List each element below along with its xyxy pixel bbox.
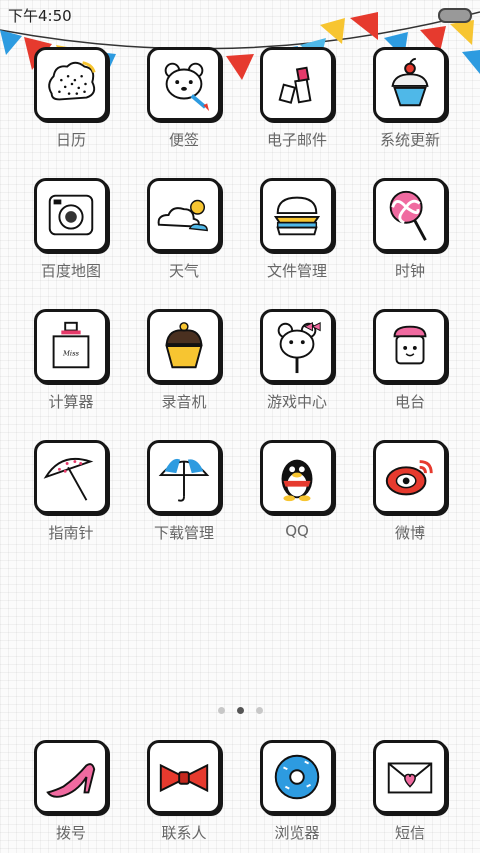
cloud-sun-icon xyxy=(157,199,208,232)
app-radio[interactable]: 电台 xyxy=(368,309,452,419)
app-recorder[interactable]: 录音机 xyxy=(142,309,226,419)
app-qq[interactable]: QQ xyxy=(255,440,339,550)
app-label: 下载管理 xyxy=(153,524,214,542)
bear-candy-icon xyxy=(277,322,321,374)
dock-messages[interactable]: 短信 xyxy=(368,740,452,850)
app-label: 拨号 xyxy=(55,824,86,842)
app-file-manager[interactable]: 文件管理 xyxy=(255,178,339,288)
app-label: 微博 xyxy=(394,524,425,542)
app-game-center[interactable]: 游戏中心 xyxy=(255,309,339,419)
app-label: 文件管理 xyxy=(266,262,327,280)
perfume-icon: Miss xyxy=(52,321,90,369)
app-label: 联系人 xyxy=(161,824,207,842)
high-heel-icon xyxy=(46,763,96,798)
lipstick-icon xyxy=(278,66,312,104)
penguin-icon xyxy=(281,459,313,502)
app-label: 百度地图 xyxy=(40,262,101,280)
app-label: 录音机 xyxy=(161,393,207,411)
app-label: 计算器 xyxy=(48,393,94,411)
app-label: 日历 xyxy=(55,131,86,149)
app-email[interactable]: 电子邮件 xyxy=(255,47,339,157)
muffin-icon xyxy=(165,322,203,369)
app-label: 电台 xyxy=(394,393,425,411)
page-dot[interactable] xyxy=(255,707,263,714)
app-label: 便签 xyxy=(168,131,199,149)
app-label: 电子邮件 xyxy=(266,131,327,149)
app-weibo[interactable]: 微博 xyxy=(368,440,452,550)
app-label: 短信 xyxy=(394,824,425,842)
app-download-manager[interactable]: 下载管理 xyxy=(142,440,226,550)
status-bar: 下午4:50 xyxy=(0,0,480,28)
lollipop-icon xyxy=(389,190,427,241)
polka-umbrella-icon xyxy=(43,457,94,501)
app-calendar[interactable]: 日历 xyxy=(29,47,113,157)
jar-icon xyxy=(393,325,427,365)
bear-note-icon xyxy=(164,62,210,112)
blue-umbrella-icon xyxy=(158,458,210,502)
app-label: QQ xyxy=(285,522,309,540)
app-label: 系统更新 xyxy=(379,131,440,149)
page-indicator[interactable] xyxy=(0,699,480,714)
dock-dialer[interactable]: 拨号 xyxy=(29,740,113,850)
camera-icon xyxy=(48,194,94,236)
app-label: 天气 xyxy=(168,262,199,280)
app-system-update[interactable]: 系统更新 xyxy=(368,47,452,157)
status-time: 下午4:50 xyxy=(8,7,72,25)
page-dot-active[interactable] xyxy=(236,707,244,714)
app-compass[interactable]: 指南针 xyxy=(29,440,113,550)
app-label: 游戏中心 xyxy=(266,393,327,411)
dock-browser[interactable]: 浏览器 xyxy=(255,740,339,850)
weibo-eye-icon xyxy=(385,460,433,496)
app-weather[interactable]: 天气 xyxy=(142,178,226,288)
app-clock[interactable]: 时钟 xyxy=(368,178,452,288)
burger-icon xyxy=(273,196,321,236)
envelope-heart-icon xyxy=(387,762,433,794)
page-dot[interactable] xyxy=(217,707,225,714)
calendar-icon xyxy=(48,61,96,101)
bow-tie-icon xyxy=(159,763,209,793)
app-calculator[interactable]: Miss 计算器 xyxy=(29,309,113,419)
app-label: 浏览器 xyxy=(274,824,320,842)
battery-icon xyxy=(438,8,472,23)
donut-icon xyxy=(274,754,320,800)
app-label: 指南针 xyxy=(48,524,94,542)
app-label: 时钟 xyxy=(394,262,425,280)
cupcake-icon xyxy=(391,57,429,107)
dock-contacts[interactable]: 联系人 xyxy=(142,740,226,850)
app-baidu-map[interactable]: 百度地图 xyxy=(29,178,113,288)
svg-text:Miss: Miss xyxy=(62,350,80,358)
app-notes[interactable]: 便签 xyxy=(142,47,226,157)
